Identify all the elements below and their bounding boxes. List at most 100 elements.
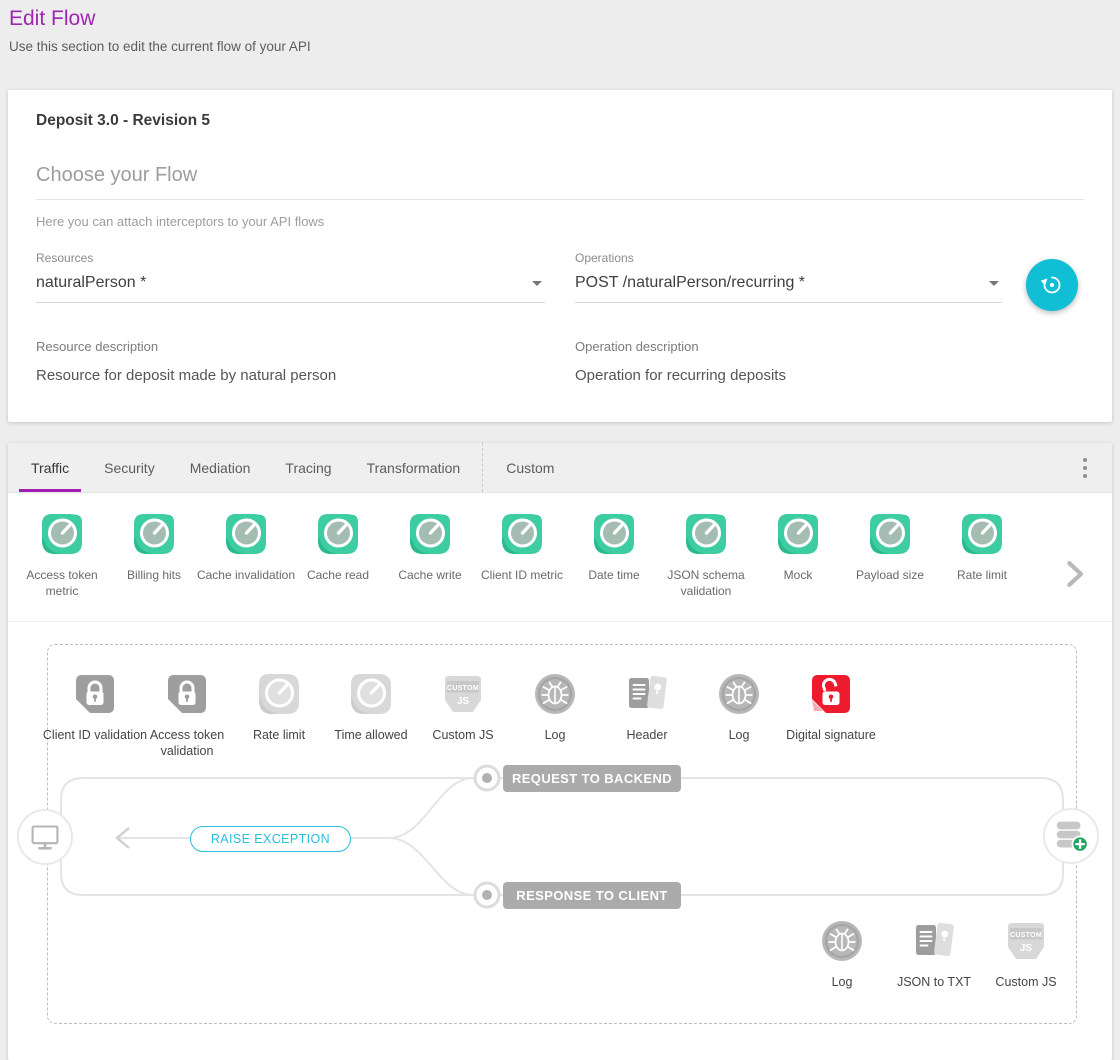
flow-interceptor-icon: [533, 672, 577, 716]
flow-interceptor[interactable]: Rate limit: [233, 672, 325, 760]
flow-interceptor-icon: [1004, 919, 1048, 963]
resources-select[interactable]: Resources naturalPerson *: [36, 251, 545, 303]
raise-exception-pill: RAISE EXCEPTION: [190, 826, 351, 852]
palette-interceptor-label: Mock: [745, 568, 851, 584]
response-to-client-pill: RESPONSE TO CLIENT: [503, 882, 681, 909]
flow-interceptor-label: Client ID validation: [42, 727, 148, 743]
chevron-right-icon[interactable]: [1056, 557, 1092, 593]
flow-interceptor[interactable]: Log: [693, 672, 785, 760]
flow-interceptor[interactable]: Header: [601, 672, 693, 760]
flow-interceptor[interactable]: Client ID validation: [49, 672, 141, 760]
flow-interceptor[interactable]: Custom JS: [980, 919, 1072, 990]
request-to-backend-pill: REQUEST TO BACKEND: [503, 765, 681, 792]
tab-mediation[interactable]: Mediation: [178, 443, 263, 492]
flow-interceptor[interactable]: Time allowed: [325, 672, 417, 760]
interceptor-gauge-icon: [592, 512, 636, 556]
palette-interceptor[interactable]: Billing hits: [108, 512, 200, 599]
flow-canvas-section: Client ID validation Access token valida…: [8, 622, 1112, 1060]
client-endpoint: [17, 809, 73, 865]
page-header: Edit Flow Use this section to edit the c…: [0, 0, 1120, 54]
interceptor-gauge-icon: [316, 512, 360, 556]
flow-node-request[interactable]: [475, 766, 499, 790]
interceptor-gauge-icon: [132, 512, 176, 556]
page-subtitle: Use this section to edit the current flo…: [9, 39, 1110, 54]
resources-label: Resources: [36, 251, 545, 265]
flow-interceptor-label: Time allowed: [318, 727, 424, 743]
operations-label: Operations: [575, 251, 1002, 265]
resources-value: naturalPerson *: [36, 274, 545, 292]
palette-interceptor[interactable]: Client ID metric: [476, 512, 568, 599]
flow-interceptor-icon: [349, 672, 393, 716]
operations-value: POST /naturalPerson/recurring *: [575, 274, 1002, 292]
palette-interceptor-label: Date time: [561, 568, 667, 584]
choose-flow-hint: Here you can attach interceptors to your…: [36, 214, 1084, 229]
flow-interceptor[interactable]: JSON to TXT: [888, 919, 980, 990]
flow-node-response[interactable]: [475, 883, 499, 907]
resource-description-value: Resource for deposit made by natural per…: [36, 367, 575, 384]
flow-interceptor-icon: [257, 672, 301, 716]
flow-interceptor-label: Digital signature: [778, 727, 884, 743]
palette-interceptor-label: JSON schema validation: [653, 568, 759, 599]
tab-custom[interactable]: Custom: [494, 443, 566, 492]
flow-interceptor-label: Rate limit: [226, 727, 332, 743]
flow-interceptor-icon: [820, 919, 864, 963]
palette-interceptor[interactable]: Mock: [752, 512, 844, 599]
palette-interceptor[interactable]: Rate limit: [936, 512, 1028, 599]
caret-down-icon: [989, 281, 999, 286]
database-add-icon: [1050, 815, 1092, 857]
flow-interceptor[interactable]: Log: [509, 672, 601, 760]
palette-interceptor[interactable]: JSON schema validation: [660, 512, 752, 599]
descriptions-row: Resource description Resource for deposi…: [36, 339, 1084, 384]
reload-flow-button[interactable]: [1026, 259, 1078, 311]
flow-selects-row: Resources naturalPerson * Operations POS…: [36, 251, 1084, 311]
flow-interceptor-icon: [441, 672, 485, 716]
flow-interceptor[interactable]: Log: [796, 919, 888, 990]
flow-interceptor[interactable]: Digital signature: [785, 672, 877, 760]
tab-traffic[interactable]: Traffic: [19, 443, 81, 492]
palette-interceptor-label: Cache invalidation: [193, 568, 299, 584]
kebab-menu-icon[interactable]: [1072, 451, 1098, 485]
palette-interceptor[interactable]: Cache invalidation: [200, 512, 292, 599]
interceptor-gauge-icon: [40, 512, 84, 556]
palette-interceptor-label: Client ID metric: [469, 568, 575, 584]
flow-interceptor-label: Log: [789, 974, 895, 990]
flow-interceptor-icon: [912, 919, 956, 963]
flow-selection-card: Deposit 3.0 - Revision 5 Choose your Flo…: [8, 90, 1112, 422]
flow-interceptor-label: JSON to TXT: [881, 974, 987, 990]
palette-interceptor[interactable]: Cache read: [292, 512, 384, 599]
flow-interceptor[interactable]: Access token validation: [141, 672, 233, 760]
interceptor-palette: Access token metric Billing hits Cache i…: [8, 512, 1112, 599]
interceptor-gauge-icon: [776, 512, 820, 556]
interceptor-gauge-icon: [868, 512, 912, 556]
palette-interceptor[interactable]: Cache write: [384, 512, 476, 599]
flow-interceptor[interactable]: Custom JS: [417, 672, 509, 760]
interceptor-gauge-icon: [500, 512, 544, 556]
tab-security[interactable]: Security: [92, 443, 167, 492]
interceptors-card: Traffic Security Mediation Tracing Trans…: [8, 443, 1112, 1060]
caret-down-icon: [532, 281, 542, 286]
backend-endpoint-add[interactable]: [1043, 808, 1099, 864]
palette-interceptor[interactable]: Payload size: [844, 512, 936, 599]
tab-list: Traffic Security Mediation Tracing Trans…: [8, 443, 472, 492]
tab-divider: [482, 443, 483, 492]
palette-interceptor[interactable]: Date time: [568, 512, 660, 599]
flow-interceptor-icon: [717, 672, 761, 716]
palette-interceptor-label: Rate limit: [929, 568, 1035, 584]
interceptor-gauge-icon: [224, 512, 268, 556]
flow-interceptor-label: Custom JS: [410, 727, 516, 743]
operations-select[interactable]: Operations POST /naturalPerson/recurring…: [575, 251, 1002, 303]
operation-description-label: Operation description: [575, 339, 786, 354]
palette-interceptor-label: Cache read: [285, 568, 391, 584]
palette-interceptor[interactable]: Access token metric: [16, 512, 108, 599]
tab-tracing[interactable]: Tracing: [273, 443, 343, 492]
api-revision-title: Deposit 3.0 - Revision 5: [36, 112, 1084, 130]
resource-description-label: Resource description: [36, 339, 575, 354]
page-title: Edit Flow: [9, 7, 1110, 31]
palette-interceptor-label: Cache write: [377, 568, 483, 584]
interceptor-palette-row: Access token metric Billing hits Cache i…: [8, 493, 1112, 622]
flow-interceptor-label: Header: [594, 727, 700, 743]
flow-interceptor-label: Log: [502, 727, 608, 743]
request-interceptor-row: Client ID validation Access token valida…: [49, 672, 877, 760]
tab-transformation[interactable]: Transformation: [355, 443, 473, 492]
choose-flow-title: Choose your Flow: [36, 164, 1084, 200]
